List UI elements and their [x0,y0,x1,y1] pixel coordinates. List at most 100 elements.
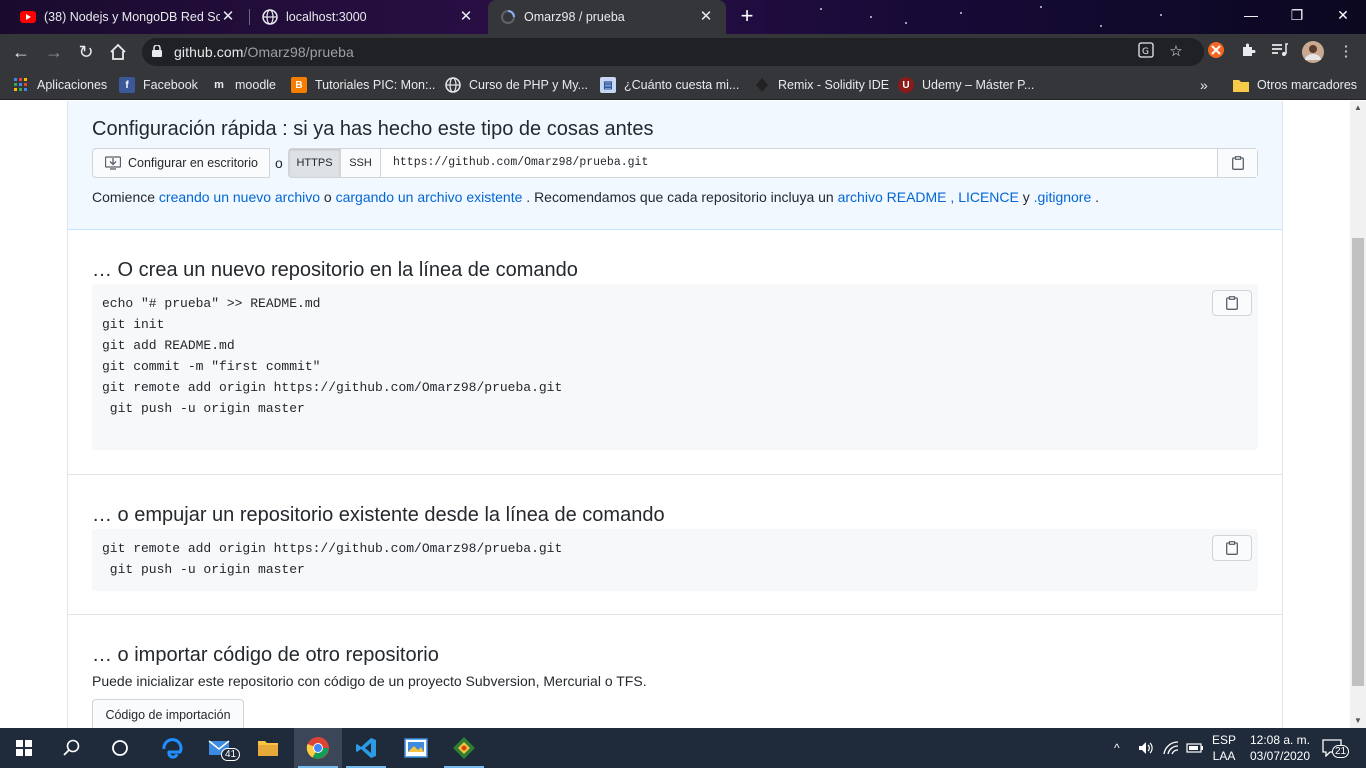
bookmark-moodle[interactable]: m moodle [211,76,276,94]
copy-commands-button[interactable] [1212,290,1252,316]
tab-title: Omarz98 / prueba [524,10,625,24]
search-icon[interactable] [48,728,96,768]
volume-icon[interactable] [1138,728,1156,768]
code-line: git push -u origin master [102,562,305,577]
bookmark-star-icon[interactable]: ☆ [1166,42,1186,62]
mail-icon[interactable]: 41 [196,728,244,768]
bookmark-remix[interactable]: Remix - Solidity IDE [754,76,889,94]
ssh-toggle[interactable]: SSH [341,149,381,177]
chrome-icon[interactable] [294,728,342,768]
wifi-icon[interactable] [1163,728,1179,768]
address-bar[interactable]: github.com/Omarz98/prueba G ☆ [142,38,1204,66]
extension-orange-icon[interactable] [1206,42,1226,62]
extensions-puzzle-icon[interactable] [1238,42,1258,62]
restore-icon[interactable]: ❐ [1274,0,1320,30]
close-tab-icon[interactable]: ✕ [698,9,714,25]
upload-file-link[interactable]: cargando un archivo existente [336,189,523,205]
readme-link[interactable]: archivo README [838,189,947,205]
translate-icon[interactable]: G [1136,42,1156,62]
bookmarks-bar: Aplicaciones f Facebook m moodle B Tutor… [0,70,1366,100]
push-repo-title: … o empujar un repositorio existente des… [92,504,665,526]
bookmark-apps[interactable]: Aplicaciones [13,76,107,94]
mail-badge: 41 [221,748,241,761]
bookmark-udemy[interactable]: U Udemy – Máster P... [898,76,1034,94]
import-code-button[interactable]: Código de importación [92,699,244,728]
profile-avatar[interactable] [1302,41,1324,63]
quick-setup-description: Comience creando un nuevo archivo o carg… [92,189,1100,205]
license-link[interactable]: LICENCE [958,189,1019,205]
back-icon[interactable]: ← [9,40,33,64]
windows-start-icon[interactable] [0,728,48,768]
bookmark-other-folder[interactable]: Otros marcadores [1233,76,1357,94]
clock-date: 03/07/2020 [1249,749,1311,763]
battery-icon[interactable] [1186,728,1204,768]
tab-youtube[interactable]: (38) Nodejs y MongoDB Red Soc ✕ [8,0,248,34]
file-explorer-icon[interactable] [244,728,292,768]
desktop-download-icon [105,156,121,170]
tab-title: (38) Nodejs y MongoDB Red Soc [44,10,220,24]
bookmark-label: Udemy – Máster P... [922,78,1035,92]
bookmark-facebook[interactable]: f Facebook [119,76,198,94]
scroll-up-icon[interactable]: ▲ [1350,101,1366,115]
clone-url-input[interactable]: https://github.com/Omarz98/prueba.git [393,156,648,169]
clock-time: 12:08 a. m. [1249,733,1311,747]
close-tab-icon[interactable]: ✕ [220,9,236,25]
home-icon[interactable] [106,40,130,64]
apps-grid-icon [13,77,29,93]
media-control-icon[interactable] [1270,42,1290,62]
reload-icon[interactable]: ↻ [74,40,98,64]
menu-kebab-icon[interactable]: ⋮ [1336,42,1356,62]
git-tool-icon[interactable] [440,728,488,768]
edge-icon[interactable] [148,728,196,768]
language-indicator[interactable]: ESP LAA [1208,732,1240,764]
create-new-file-link[interactable]: creando un nuevo archivo [159,189,320,205]
bookmark-label: Otros marcadores [1257,78,1358,92]
minimize-icon[interactable]: — [1228,0,1274,30]
page-content: Configuración rápida : si ya has hecho e… [0,101,1350,728]
bookmark-label: Facebook [143,78,198,92]
bookmark-php-course[interactable]: Curso de PHP y My... [445,76,588,94]
code-line: git remote add origin https://github.com… [102,541,563,556]
browser-toolbar: ← → ↻ github.com/Omarz98/prueba G ☆ ⋮ [0,34,1366,70]
tab-localhost[interactable]: localhost:3000 ✕ [250,0,486,34]
show-hidden-icons[interactable]: ^ [1114,728,1120,768]
push-repo-code-block: git remote add origin https://github.com… [92,529,1258,591]
clipboard-icon [1231,156,1244,170]
close-tab-icon[interactable]: ✕ [458,9,474,25]
new-tab-button[interactable]: + [735,5,759,29]
bookmark-blogger[interactable]: B Tutoriales PIC: Mon:.. [291,76,435,94]
https-toggle[interactable]: HTTPS [289,149,341,177]
windows-taskbar: 41 ^ ESP LAA 12:08 a. m. 03/07/2020 21 [0,728,1366,768]
new-repo-title: … O crea un nuevo repositorio en la líne… [92,259,578,281]
bookmark-label: moodle [235,78,276,92]
tab-github-active[interactable]: Omarz98 / prueba ✕ [488,0,726,34]
gitignore-link[interactable]: .gitignore [1034,189,1092,205]
bookmark-cuanto-cuesta[interactable]: ▤ ¿Cuánto cuesta mi... [600,76,739,94]
cortana-icon[interactable] [96,728,144,768]
notifications-icon[interactable]: 21 [1322,728,1350,768]
globe-icon [445,77,461,93]
vscode-icon[interactable] [342,728,390,768]
forward-icon[interactable]: → [42,40,66,64]
code-line: git remote add origin https://github.com… [102,380,563,395]
moodle-icon: m [214,79,224,91]
copy-url-button[interactable] [1217,149,1257,177]
udemy-icon: U [898,77,914,93]
close-window-icon[interactable]: ✕ [1320,0,1366,30]
import-description: Puede inicializar este repositorio con c… [92,673,647,689]
code-line: git commit -m "first commit" [102,359,321,374]
facebook-icon: f [119,77,135,93]
scrollbar-thumb[interactable] [1352,238,1364,686]
page-scrollbar[interactable]: ▲ ▼ [1350,101,1366,728]
system-clock[interactable]: 12:08 a. m. 03/07/2020 [1244,732,1316,764]
setup-desktop-button[interactable]: Configurar en escritorio [92,148,270,178]
or-label: o [275,155,283,171]
folder-icon [1233,77,1249,93]
quick-setup-box: Configuración rápida : si ya has hecho e… [67,101,1283,230]
clipboard-icon [1226,296,1238,310]
bookmark-label: ¿Cuánto cuesta mi... [624,78,740,92]
image-viewer-icon[interactable] [392,728,440,768]
more-bookmarks-chevron-icon[interactable]: » [1200,76,1208,94]
copy-commands-button[interactable] [1212,535,1252,561]
scroll-down-icon[interactable]: ▼ [1350,714,1366,728]
